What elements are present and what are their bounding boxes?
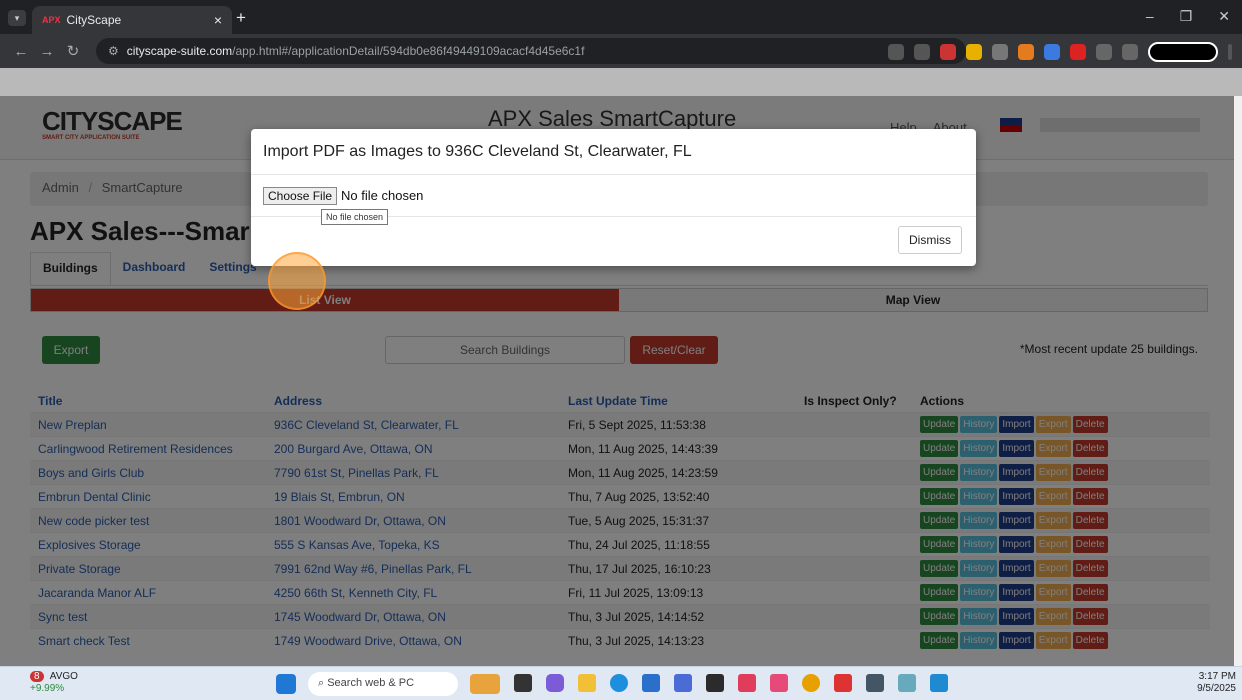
dismiss-button[interactable]: Dismiss: [898, 226, 962, 254]
address-bar: ← → ↻ ⚙ cityscape-suite.com /app.html#/a…: [0, 34, 1242, 68]
page-scrollbar[interactable]: [1234, 96, 1242, 666]
extension-orange-icon[interactable]: [1018, 44, 1034, 60]
star-icon[interactable]: [914, 44, 930, 60]
choose-file-button[interactable]: Choose File: [263, 186, 338, 205]
key-icon[interactable]: [888, 44, 904, 60]
extension-blue-icon[interactable]: [1044, 44, 1060, 60]
notepad-icon[interactable]: [866, 674, 884, 692]
clock-date: 9/5/2025: [1197, 683, 1236, 694]
profile-avatar[interactable]: [1148, 42, 1218, 62]
extension-red-icon[interactable]: [1070, 44, 1086, 60]
restore-icon[interactable]: ❐: [1180, 8, 1193, 25]
taskbar-search-text: Search web & PC: [327, 677, 415, 689]
copilot-icon[interactable]: [546, 674, 564, 692]
terminal-icon[interactable]: [706, 674, 724, 692]
window-controls: – ❐ ✕: [1146, 8, 1230, 25]
site-info-icon[interactable]: ⚙: [108, 44, 119, 58]
system-clock[interactable]: 3:17 PM 9/5/2025: [1197, 671, 1236, 695]
url-host: cityscape-suite.com: [126, 44, 233, 58]
app-icon-k[interactable]: [834, 674, 852, 692]
close-window-icon[interactable]: ✕: [1218, 8, 1230, 25]
file-status: No file chosen: [341, 188, 424, 203]
browser-tab[interactable]: APX CityScape ×: [32, 6, 232, 34]
forward-icon[interactable]: →: [36, 43, 58, 60]
tab-search-icon[interactable]: ▾: [8, 10, 26, 26]
click-indicator: [268, 252, 326, 310]
notification-badge: 8: [30, 671, 44, 682]
taskbar-search[interactable]: ⌕ Search web & PC: [308, 672, 458, 696]
pinned-apps: [470, 674, 948, 694]
stock-widget[interactable]: 8 AVGO +9.99%: [30, 671, 78, 695]
search-icon: ⌕: [318, 677, 328, 689]
app-icon-red[interactable]: [738, 674, 756, 692]
reload-icon[interactable]: ↻: [62, 42, 84, 60]
widget-app-icon[interactable]: [470, 674, 500, 694]
app-icon-pink[interactable]: [770, 674, 788, 692]
menu-dots-icon[interactable]: [1228, 44, 1232, 60]
tab-favicon: APX: [42, 15, 61, 25]
vscode-icon[interactable]: [930, 674, 948, 692]
modal-body: Choose File No file chosen No file chose…: [251, 175, 976, 225]
close-tab-icon[interactable]: ×: [214, 12, 222, 28]
clock-time: 3:17 PM: [1198, 671, 1236, 682]
stock-change: +9.99%: [30, 683, 65, 694]
tab-bar: ▾ APX CityScape × + – ❐ ✕: [0, 0, 1242, 34]
edge-icon[interactable]: [610, 674, 628, 692]
teams-icon[interactable]: [674, 674, 692, 692]
chrome-icon[interactable]: [802, 674, 820, 692]
taskbar: 8 AVGO +9.99% ⌕ Search web & PC 3:17 PM …: [0, 666, 1242, 700]
stock-name: AVGO: [49, 671, 78, 682]
back-icon[interactable]: ←: [10, 43, 32, 60]
app-icon-plug[interactable]: [898, 674, 916, 692]
file-explorer-icon[interactable]: [578, 674, 596, 692]
tab-title: CityScape: [66, 13, 122, 27]
adblock-icon[interactable]: [940, 44, 956, 60]
store-icon[interactable]: [642, 674, 660, 692]
extension-gray-icon[interactable]: [992, 44, 1008, 60]
file-tooltip: No file chosen: [321, 209, 389, 225]
task-view-icon[interactable]: [514, 674, 532, 692]
bookmarks-bar: [0, 68, 1242, 96]
browser-chrome: ▾ APX CityScape × + – ❐ ✕ ← → ↻ ⚙ citysc…: [0, 0, 1242, 96]
extensions-area: [888, 42, 1232, 62]
url-input[interactable]: ⚙ cityscape-suite.com /app.html#/applica…: [96, 38, 966, 64]
minimize-icon[interactable]: –: [1146, 8, 1154, 25]
download-icon[interactable]: [1122, 44, 1138, 60]
taskbar-icons: [276, 674, 296, 694]
import-pdf-modal: Import PDF as Images to 936C Cleveland S…: [251, 129, 976, 266]
extension-yellow-icon[interactable]: [966, 44, 982, 60]
extensions-puzzle-icon[interactable]: [1096, 44, 1112, 60]
windows-start-icon[interactable]: [276, 674, 296, 694]
page-content: CITYSCAPESMART CITY APPLICATION SUITE AP…: [0, 96, 1234, 666]
new-tab-icon[interactable]: +: [236, 8, 246, 28]
url-path: /app.html#/applicationDetail/594db0e86f4…: [232, 44, 585, 58]
modal-title: Import PDF as Images to 936C Cleveland S…: [251, 129, 976, 175]
